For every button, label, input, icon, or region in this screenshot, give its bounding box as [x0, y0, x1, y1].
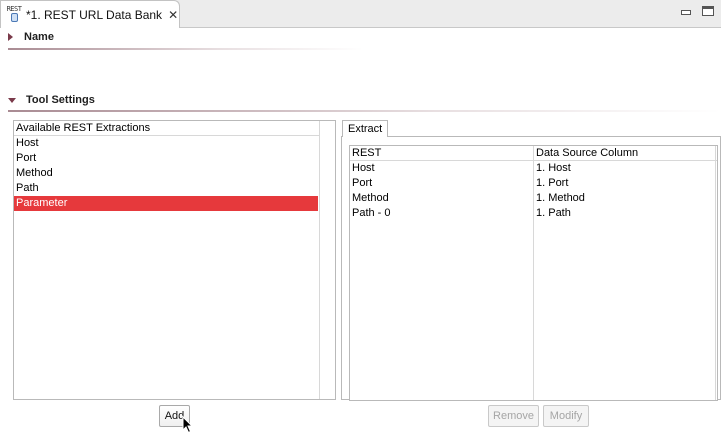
- data-source-cell: 1. Path: [536, 207, 571, 219]
- name-section-label: Name: [24, 31, 54, 43]
- editor-content: Name Tool Settings Available REST Extrac…: [0, 28, 721, 438]
- data-source-cell: 1. Host: [536, 162, 571, 174]
- tab-extract[interactable]: Extract: [342, 120, 389, 138]
- expand-arrow-down-icon[interactable]: [8, 97, 16, 103]
- data-source-cell: 1. Method: [536, 192, 585, 204]
- list-item[interactable]: Host: [14, 136, 335, 151]
- remove-button[interactable]: Remove: [488, 405, 539, 427]
- name-section-divider: [8, 48, 363, 50]
- jar-icon: [10, 13, 18, 22]
- rest-icon-label: REST: [6, 5, 22, 13]
- data-source-cell: 1. Port: [536, 177, 569, 189]
- available-extractions-rows: Host Port Method Path Parameter: [14, 136, 335, 211]
- window-controls: [679, 5, 715, 17]
- list-item[interactable]: Port: [14, 151, 335, 166]
- editor-tab[interactable]: REST *1. REST URL Data Bank ✕: [0, 0, 180, 29]
- column-divider: [715, 146, 716, 400]
- editor-tab-title: *1. REST URL Data Bank: [26, 8, 163, 22]
- column-header-rest[interactable]: REST: [350, 146, 534, 160]
- rest-data-bank-icon: REST: [5, 5, 23, 25]
- list-item[interactable]: Method: [14, 166, 335, 181]
- extract-tab-body: REST Data Source Column Host 1. Host Port 1…: [341, 137, 721, 401]
- minimize-icon[interactable]: [679, 5, 693, 17]
- tool-settings-section-header[interactable]: Tool Settings: [8, 94, 95, 106]
- mouse-cursor-icon: [182, 416, 194, 434]
- maximize-icon[interactable]: [701, 5, 715, 17]
- available-extractions-header: Available REST Extractions: [14, 121, 335, 136]
- extract-tab-folder: Extract REST Data Source Column Host 1. H…: [341, 120, 721, 401]
- list-item[interactable]: Path: [14, 181, 335, 196]
- name-section-header[interactable]: Name: [8, 31, 54, 43]
- extract-tab-bar: Extract: [341, 120, 721, 138]
- editor-tab-bar: REST *1. REST URL Data Bank ✕: [0, 0, 721, 29]
- available-extractions-list[interactable]: Available REST Extractions Host Port Metho…: [13, 120, 336, 400]
- close-icon[interactable]: ✕: [168, 9, 178, 21]
- rest-cell: Method: [352, 192, 389, 204]
- extract-table[interactable]: REST Data Source Column Host 1. Host Port 1…: [349, 145, 718, 401]
- rest-cell: Path - 0: [352, 207, 391, 219]
- tool-settings-divider: [8, 110, 721, 112]
- collapse-arrow-right-icon[interactable]: [8, 33, 13, 41]
- column-divider: [533, 146, 534, 400]
- list-scrollbar[interactable]: [319, 121, 335, 399]
- modify-button[interactable]: Modify: [543, 405, 589, 427]
- tool-settings-section-label: Tool Settings: [26, 94, 95, 106]
- rest-cell: Port: [352, 177, 373, 189]
- list-item[interactable]: Parameter: [14, 196, 318, 211]
- rest-cell: Host: [352, 162, 375, 174]
- column-header-data-source[interactable]: Data Source Column: [534, 146, 716, 160]
